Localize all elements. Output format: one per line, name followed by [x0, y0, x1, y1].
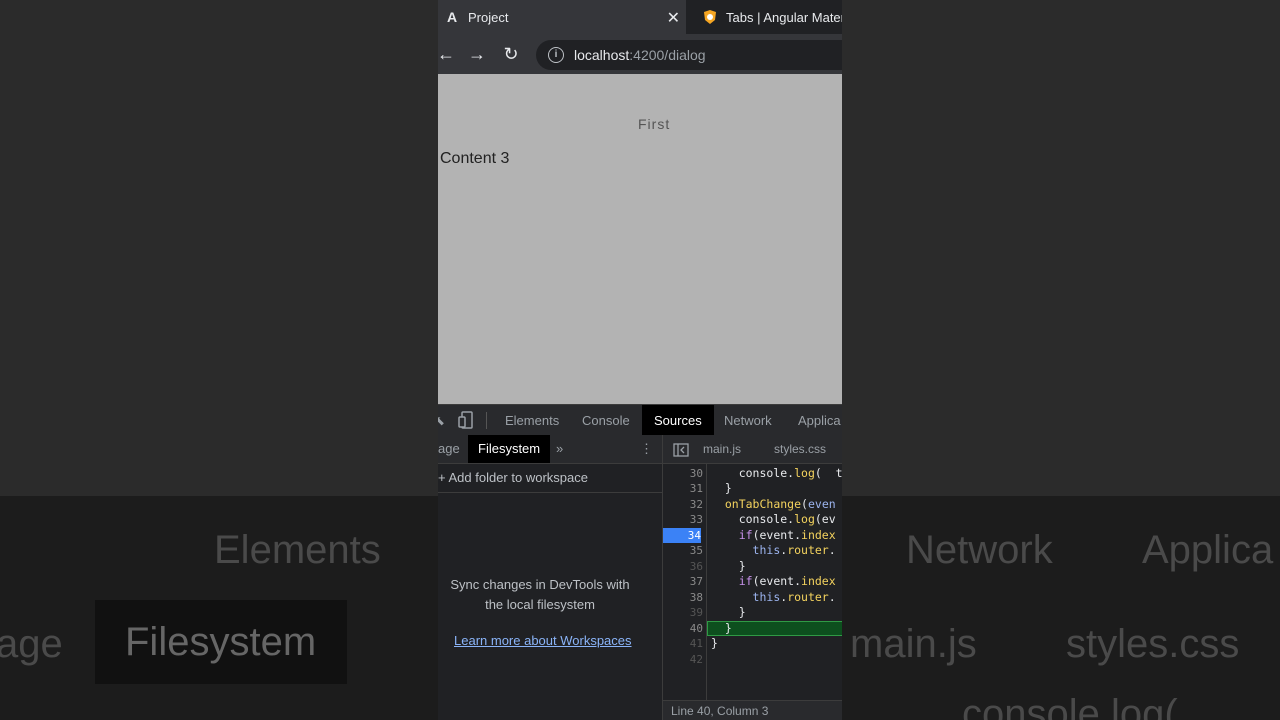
code-line: } — [711, 481, 732, 495]
tab-strip: A Project ✕ Tabs | Angular Mater — [438, 0, 842, 34]
address-bar[interactable]: i localhost :4200/dialog — [536, 40, 842, 70]
tab-angular-material[interactable]: Tabs | Angular Mater — [696, 0, 842, 34]
toggle-navigator-icon[interactable] — [673, 435, 689, 463]
sync-line-1: Sync changes in DevTools with — [450, 577, 630, 592]
breakpoint-line-number[interactable]: 34 — [663, 528, 701, 543]
line-number[interactable]: 39 — [663, 605, 703, 620]
bg-filesystem-tab: Filesystem — [95, 600, 347, 684]
divider — [486, 412, 487, 429]
sync-message: Sync changes in DevTools with the local … — [438, 575, 642, 615]
code-line: onTabChange(even — [724, 497, 836, 511]
code-editor: main.js styles.css 30 31 32 33 34 35 36 … — [663, 435, 842, 720]
tab-project[interactable]: A Project ✕ — [438, 0, 686, 34]
add-folder-label: Add folder to workspace — [448, 470, 588, 485]
tab-elements[interactable]: Elements — [505, 405, 559, 436]
inspect-icon[interactable]: ⬉ — [438, 413, 445, 429]
page-content: Content 3 — [440, 150, 510, 167]
file-tab-stylescss[interactable]: styles.css — [774, 435, 826, 463]
more-tabs-icon[interactable]: » — [556, 435, 563, 463]
back-icon[interactable]: ← — [438, 42, 458, 66]
bg-elements-label: Elements — [214, 528, 381, 572]
page-viewport: First Content 3 — [438, 74, 842, 404]
page-tab-first[interactable]: First — [638, 116, 670, 132]
code-line: } — [711, 621, 732, 635]
learn-more-link[interactable]: Learn more about Workspaces — [454, 633, 632, 648]
bg-age-label: age — [0, 622, 63, 666]
tab-application[interactable]: Applica — [798, 405, 841, 436]
tab-filesystem[interactable]: Filesystem — [468, 435, 551, 463]
info-icon[interactable]: i — [548, 47, 564, 63]
tab-sources[interactable]: Sources — [642, 405, 714, 436]
line-number[interactable]: 40 — [663, 621, 703, 636]
line-number[interactable]: 32 — [663, 497, 703, 512]
shield-icon — [702, 9, 718, 25]
bg-console-label: console.log( — [962, 692, 1178, 720]
forward-icon[interactable]: → — [465, 42, 489, 66]
close-icon[interactable]: ✕ — [667, 8, 680, 28]
line-number[interactable]: 36 — [663, 559, 703, 574]
sources-navigator: age Filesystem » ⋮ + Add folder to works… — [438, 435, 663, 720]
file-tab-mainjs[interactable]: main.js — [703, 435, 741, 463]
navigator-tabs: age Filesystem » ⋮ — [438, 435, 662, 464]
angular-icon: A — [446, 9, 458, 25]
line-number[interactable]: 42 — [663, 652, 703, 667]
tab-network[interactable]: Network — [724, 405, 772, 436]
devtools-tabbar: ⬉ Elements Console Sources Network Appli… — [438, 404, 842, 437]
editor-tabs: main.js styles.css — [663, 435, 842, 464]
line-number[interactable]: 31 — [663, 481, 703, 496]
line-number[interactable]: 33 — [663, 512, 703, 527]
code-line: console.log( t — [711, 466, 842, 480]
code-line: } — [711, 636, 718, 650]
bg-mainjs-label: main.js — [850, 622, 977, 666]
url-host: localhost — [574, 47, 630, 63]
line-number[interactable]: 35 — [663, 543, 703, 558]
code-line: console.log(ev — [711, 512, 836, 526]
bg-filesystem-label: Filesystem — [125, 620, 317, 664]
code-line: } — [711, 605, 746, 619]
line-number[interactable]: 38 — [663, 590, 703, 605]
status-bar: Line 40, Column 3 — [663, 700, 842, 720]
browser-toolbar: ← → ↻ i localhost :4200/dialog — [438, 34, 842, 74]
tab-angular-material-label: Tabs | Angular Mater — [726, 9, 842, 25]
tab-console[interactable]: Console — [582, 405, 630, 436]
plus-icon: + — [438, 470, 449, 485]
sync-line-2: the local filesystem — [485, 597, 595, 612]
tab-project-label: Project — [468, 9, 509, 25]
more-options-icon[interactable]: ⋮ — [640, 435, 653, 463]
bg-stylescss-label: styles.css — [1066, 622, 1240, 666]
line-number[interactable]: 30 — [663, 466, 703, 481]
bg-applica-label: Applica — [1142, 528, 1274, 572]
code-line: } — [711, 559, 746, 573]
device-toolbar-icon[interactable] — [458, 411, 474, 432]
reload-icon[interactable]: ↻ — [499, 42, 523, 66]
tab-page[interactable]: age — [438, 435, 460, 463]
browser-window: A Project ✕ Tabs | Angular Mater ← → ↻ i… — [438, 0, 842, 720]
url-path: :4200/dialog — [629, 47, 706, 63]
add-folder-button[interactable]: + Add folder to workspace — [438, 464, 662, 493]
code-line: if(event.index — [738, 574, 836, 588]
code-line: if(event.index — [738, 528, 836, 542]
bg-network-label: Network — [906, 528, 1053, 572]
line-number[interactable]: 41 — [663, 636, 703, 651]
line-number[interactable]: 37 — [663, 574, 703, 589]
code-line: this.router. — [752, 590, 836, 604]
line-gutter[interactable]: 30 31 32 33 34 35 36 37 38 39 40 41 42 — [663, 464, 707, 700]
code-line: this.router. — [752, 543, 836, 557]
